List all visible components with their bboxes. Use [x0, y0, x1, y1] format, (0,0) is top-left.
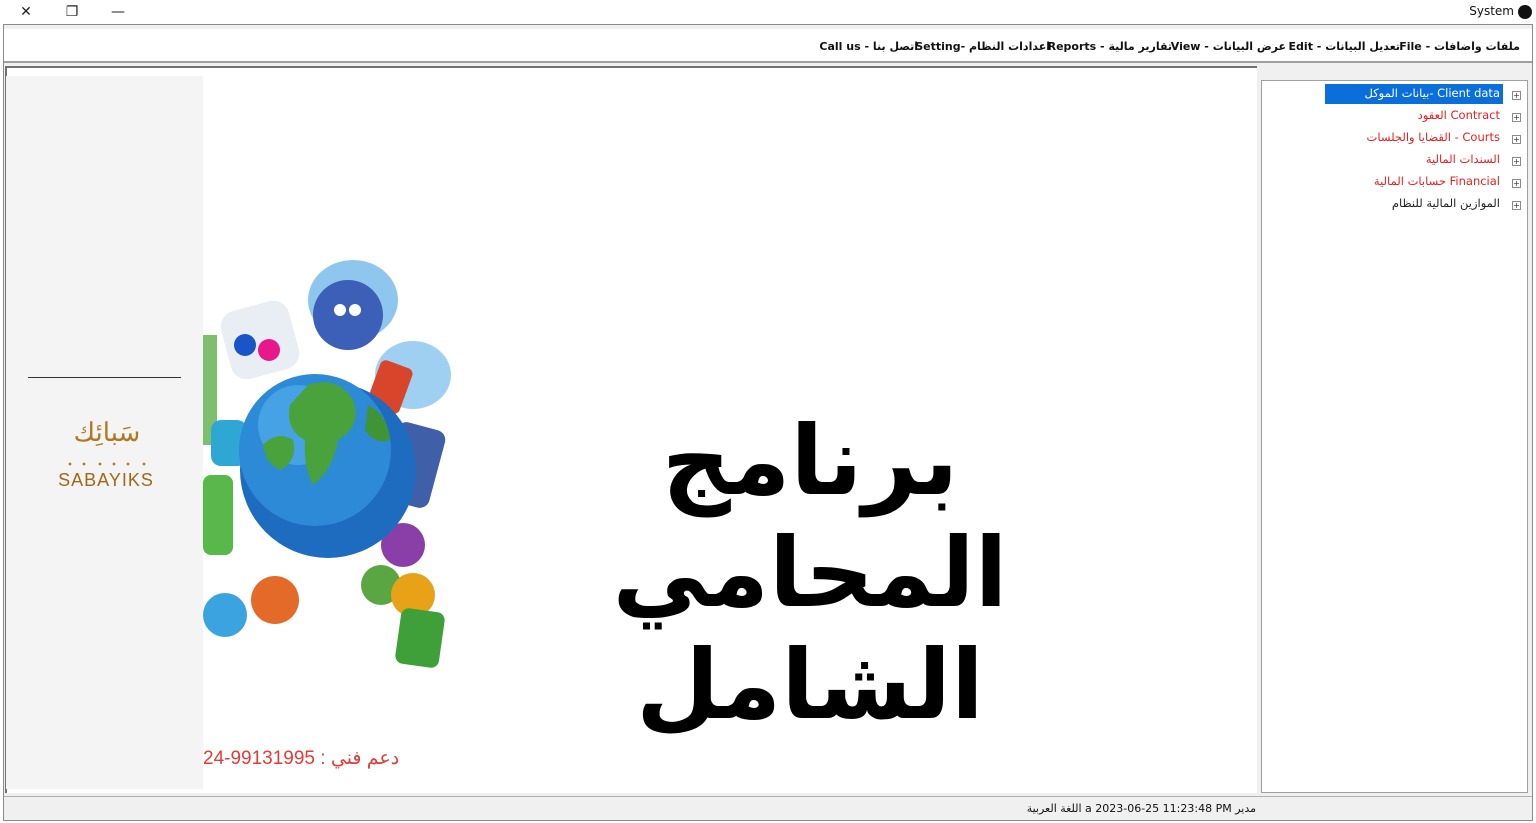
- divider-line: [28, 377, 181, 378]
- navigation-tree: + Client data -بيانات الموكل + Contract …: [1261, 80, 1528, 793]
- tree-item-financial-bonds[interactable]: السندات المالية: [1423, 150, 1503, 170]
- restore-icon[interactable]: ❐: [62, 2, 82, 22]
- status-bar: مدير a 2023-06-25 11:23:48 PM اللغة العر…: [4, 796, 1532, 820]
- close-icon[interactable]: ✕: [16, 2, 36, 22]
- menu-edit[interactable]: Edit - تعديل البيانات: [1289, 40, 1400, 53]
- app-icon: [1518, 5, 1532, 19]
- globe-illustration: [203, 260, 451, 668]
- minimize-icon[interactable]: —: [108, 2, 128, 22]
- tree-item-balances[interactable]: الموازين المالية للنظام: [1389, 194, 1503, 214]
- title-bar: ✕ ❐ — System: [0, 0, 1536, 24]
- expand-icon[interactable]: +: [1512, 91, 1521, 100]
- tree-item-contract[interactable]: Contract العقود: [1415, 106, 1503, 126]
- menu-call-us[interactable]: Call us - اتصل بنا: [819, 40, 918, 53]
- company-logo-english: SABAYIKS: [58, 470, 154, 490]
- window-title: System: [1469, 4, 1514, 18]
- expand-icon[interactable]: +: [1512, 201, 1521, 210]
- status-text: مدير a 2023-06-25 11:23:48 PM اللغة العر…: [1026, 802, 1256, 815]
- tree-item-client-data[interactable]: Client data -بيانات الموكل: [1325, 84, 1503, 104]
- program-title: برنامج المحامي الشامل: [612, 405, 1009, 741]
- menu-reports[interactable]: Reports - تقارير مالية: [1048, 40, 1172, 53]
- menu-setting[interactable]: Setting- اعدادات النظام: [915, 40, 1050, 53]
- expand-icon[interactable]: +: [1512, 179, 1521, 188]
- expand-icon[interactable]: +: [1512, 135, 1521, 144]
- tree-item-financial-accounts[interactable]: Financial حسابات المالية: [1371, 172, 1503, 192]
- menu-bar: File - ملفات واضافات Edit - تعديل البيان…: [4, 29, 1532, 63]
- logo-ornament: [68, 462, 146, 466]
- menu-view[interactable]: View - عرض البيانات: [1171, 40, 1286, 53]
- expand-icon[interactable]: +: [1512, 113, 1521, 122]
- expand-icon[interactable]: +: [1512, 157, 1521, 166]
- tree-item-courts[interactable]: Courts - القضايا والجلسات: [1364, 128, 1503, 148]
- company-logo-arabic: سَبائِك: [73, 418, 141, 448]
- support-phone: دعم فني : 99131995-24: [203, 748, 400, 769]
- menu-file[interactable]: File - ملفات واضافات: [1399, 40, 1520, 53]
